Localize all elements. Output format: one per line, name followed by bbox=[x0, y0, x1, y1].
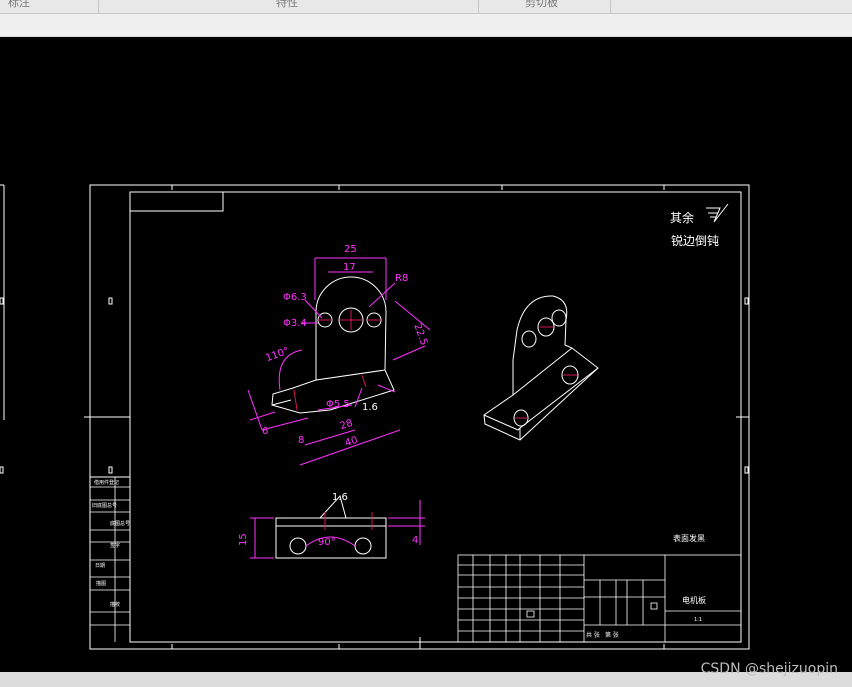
dim-16b: 1.6 bbox=[332, 492, 348, 503]
side-label-text: 借用件登记 旧底图总号 底图总号 签字 日期 描图 描校 bbox=[92, 479, 130, 608]
file-tab-strip bbox=[0, 14, 852, 37]
front-view: 25 17 R8 Φ6.3 Φ3.4 22.5 110° Φ5.5 1.6 6 … bbox=[247, 244, 431, 466]
dim-phi55: Φ5.5 bbox=[326, 399, 350, 410]
part-name: 电机板 bbox=[682, 595, 706, 605]
dim-phi63: Φ6.3 bbox=[283, 292, 307, 303]
tab-annotation[interactable]: 标注 bbox=[8, 0, 30, 12]
ribbon-tab-bar: 标注 特性 剪切板 bbox=[0, 0, 852, 14]
side-label: 旧底图总号 bbox=[92, 502, 117, 509]
sheet-count: 共 张 bbox=[586, 631, 600, 639]
side-label: 描校 bbox=[110, 601, 120, 608]
tech-requirement: 表面发黑 bbox=[673, 533, 705, 543]
dim-phi34: Φ3.4 bbox=[283, 318, 307, 329]
tab-divider bbox=[610, 0, 611, 13]
cad-drawing: 借用件登记 旧底图总号 底图总号 签字 日期 描图 描校 其余 锐边倒钝 25 … bbox=[0, 184, 750, 650]
title-block-text: 电机板 1:1 共 张 第 张 bbox=[586, 595, 706, 639]
bottom-view: 1.6 15 4 90° bbox=[238, 492, 425, 559]
dim-110: 110° bbox=[264, 346, 290, 365]
dim-8: 8 bbox=[298, 435, 304, 446]
tab-properties[interactable]: 特性 bbox=[276, 0, 298, 12]
side-label-blocks bbox=[90, 477, 130, 642]
scale: 1:1 bbox=[694, 617, 702, 623]
side-label: 借用件登记 bbox=[94, 479, 119, 486]
dim-90: 90° bbox=[318, 537, 336, 548]
dim-16a: 1.6 bbox=[362, 402, 378, 413]
sheet-number: 第 张 bbox=[605, 631, 619, 639]
tab-divider bbox=[478, 0, 479, 13]
watermark: CSDN @shejizuopin bbox=[700, 661, 838, 677]
dim-6: 6 bbox=[262, 426, 268, 437]
side-label: 描图 bbox=[96, 580, 106, 587]
tab-divider bbox=[98, 0, 99, 13]
side-label: 底图总号 bbox=[110, 520, 130, 527]
dim-4: 4 bbox=[412, 535, 418, 546]
dim-r8: R8 bbox=[395, 273, 408, 284]
roughness-symbol-icon bbox=[706, 203, 729, 223]
note-other: 其余 bbox=[670, 210, 694, 225]
surface-roughness-note: 其余 锐边倒钝 bbox=[670, 203, 729, 248]
note-deburr: 锐边倒钝 bbox=[671, 234, 719, 248]
dim-28: 28 bbox=[339, 418, 355, 432]
dim-17: 17 bbox=[343, 262, 356, 273]
drawing-canvas[interactable]: 借用件登记 旧底图总号 底图总号 签字 日期 描图 描校 其余 锐边倒钝 25 … bbox=[0, 37, 852, 672]
isometric-view bbox=[483, 295, 599, 441]
tab-clipboard[interactable]: 剪切板 bbox=[525, 0, 558, 12]
side-label: 签字 bbox=[110, 542, 120, 549]
dim-40: 40 bbox=[344, 435, 360, 449]
dim-25: 25 bbox=[344, 244, 357, 255]
sheet-border bbox=[0, 184, 750, 650]
side-label: 日期 bbox=[95, 563, 105, 569]
dim-225: 22.5 bbox=[411, 322, 429, 347]
dim-15: 15 bbox=[238, 533, 249, 546]
